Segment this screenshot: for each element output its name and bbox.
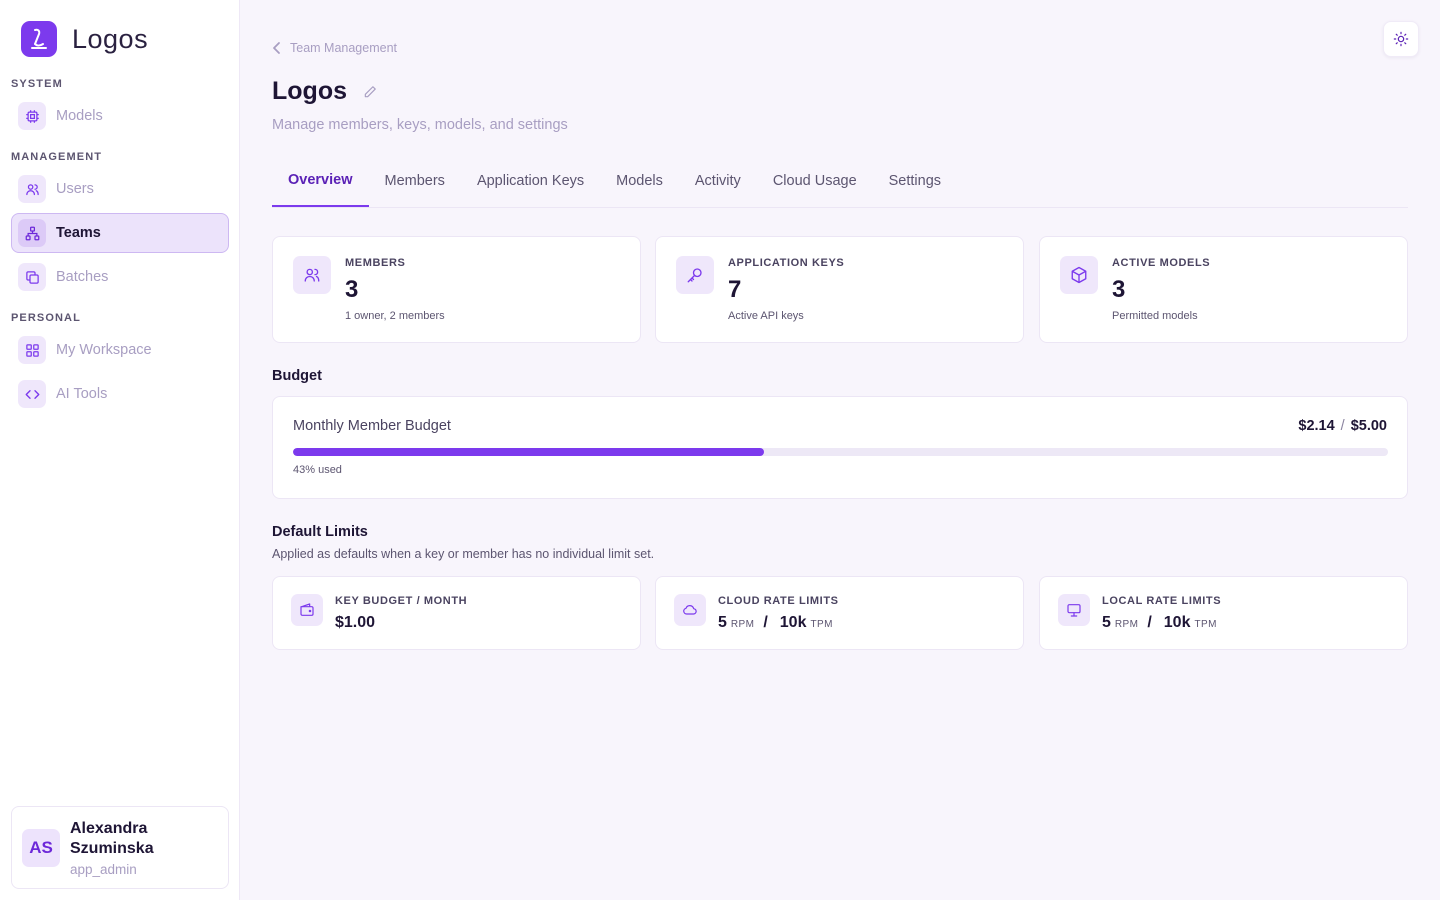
limit-value: 5 RPM / 10k TPM (1102, 614, 1217, 632)
page-subtitle: Manage members, keys, models, and settin… (272, 117, 568, 133)
tab-cloud-usage[interactable]: Cloud Usage (757, 163, 873, 207)
section-label-personal: PERSONAL (11, 312, 81, 324)
app-name: Logos (72, 23, 149, 54)
budget-title: Monthly Member Budget (293, 418, 451, 434)
user-role: app_admin (70, 861, 137, 877)
budget-separator: / (1340, 418, 1345, 434)
limit-separator: / (1147, 614, 1152, 631)
budget-progress-bar (293, 448, 1388, 456)
stat-value: 3 (345, 276, 359, 303)
breadcrumb-link[interactable]: Team Management (290, 41, 397, 55)
tab-application-keys[interactable]: Application Keys (461, 163, 600, 207)
cpu-icon (18, 102, 46, 130)
rpm-unit: RPM (1114, 619, 1139, 630)
code-icon (18, 380, 46, 408)
sidebar-item-label: Users (56, 181, 94, 197)
page-title: Logos (272, 77, 347, 105)
limit-value: 5 RPM / 10k TPM (718, 614, 833, 632)
limit-label: KEY BUDGET / MONTH (335, 595, 468, 607)
stat-card-application-keys: APPLICATION KEYS 7 Active API keys (655, 236, 1024, 343)
limit-separator: / (763, 614, 768, 631)
grid-icon (18, 336, 46, 364)
copy-icon (18, 263, 46, 291)
tpm-unit: TPM (1194, 619, 1217, 630)
sidebar-item-label: AI Tools (56, 386, 108, 402)
stat-value: 7 (728, 276, 742, 303)
default-limits-description: Applied as defaults when a key or member… (272, 547, 655, 561)
rpm-unit: RPM (730, 619, 755, 630)
budget-used-label: 43% used (293, 464, 342, 476)
tab-settings[interactable]: Settings (873, 163, 957, 207)
tab-overview[interactable]: Overview (272, 163, 369, 207)
logo-icon (21, 21, 57, 57)
stat-label: APPLICATION KEYS (728, 257, 845, 269)
users-icon (293, 256, 331, 294)
limit-card-local-rate: LOCAL RATE LIMITS 5 RPM / 10k TPM (1039, 576, 1408, 650)
tpm-value: 10k (1163, 614, 1191, 631)
avatar: AS (22, 828, 60, 867)
stat-caption: Active API keys (728, 310, 804, 322)
breadcrumb[interactable]: Team Management (272, 41, 397, 55)
stat-label: ACTIVE MODELS (1112, 257, 1211, 269)
sidebar-item-models[interactable]: Models (11, 96, 229, 136)
limit-card-key-budget: KEY BUDGET / MONTH $1.00 (272, 576, 641, 650)
sidebar: Logos SYSTEM Models MANAGEMENT Users Tea… (0, 0, 240, 900)
sidebar-item-label: My Workspace (56, 342, 152, 358)
budget-heading: Budget (272, 368, 322, 384)
stat-label: MEMBERS (345, 257, 406, 269)
stat-caption: 1 owner, 2 members (345, 310, 445, 322)
limit-card-cloud-rate: CLOUD RATE LIMITS 5 RPM / 10k TPM (655, 576, 1024, 650)
default-limits-heading: Default Limits (272, 524, 368, 540)
pencil-icon[interactable] (363, 85, 377, 99)
stat-value: 3 (1112, 276, 1126, 303)
limit-label: LOCAL RATE LIMITS (1102, 595, 1222, 607)
brand[interactable]: Logos (21, 21, 148, 57)
sidebar-item-ai-tools[interactable]: AI Tools (11, 374, 229, 414)
sidebar-item-users[interactable]: Users (11, 169, 229, 209)
sidebar-item-batches[interactable]: Batches (11, 257, 229, 297)
tab-activity[interactable]: Activity (679, 163, 757, 207)
user-profile-card[interactable]: AS Alexandra Szuminska app_admin (11, 806, 229, 889)
stat-card-active-models: ACTIVE MODELS 3 Permitted models (1039, 236, 1408, 343)
budget-amount: $2.14 / $5.00 (1298, 418, 1387, 434)
sidebar-item-label: Models (56, 108, 103, 124)
sidebar-item-label: Batches (56, 269, 109, 285)
rpm-value: 5 (718, 614, 727, 631)
stat-card-members: MEMBERS 3 1 owner, 2 members (272, 236, 641, 343)
tpm-unit: TPM (810, 619, 833, 630)
tab-bar: Overview Members Application Keys Models… (272, 163, 1408, 208)
section-label-management: MANAGEMENT (11, 151, 103, 163)
limit-value: $1.00 (335, 614, 376, 631)
budget-card: Monthly Member Budget $2.14 / $5.00 43% us… (272, 396, 1408, 499)
limit-label: CLOUD RATE LIMITS (718, 595, 839, 607)
sidebar-item-my-workspace[interactable]: My Workspace (11, 330, 229, 370)
network-icon (18, 219, 46, 247)
box-icon (1060, 256, 1098, 294)
cloud-icon (674, 594, 706, 626)
user-name: Alexandra Szuminska (70, 819, 154, 857)
monitor-icon (1058, 594, 1090, 626)
sidebar-item-label: Teams (56, 225, 101, 241)
stat-caption: Permitted models (1112, 310, 1198, 322)
theme-toggle-button[interactable] (1383, 21, 1419, 57)
budget-limit: $5.00 (1350, 418, 1387, 434)
wallet-icon (291, 594, 323, 626)
sun-icon (1393, 31, 1409, 47)
tpm-value: 10k (779, 614, 807, 631)
users-icon (18, 175, 46, 203)
sidebar-item-teams[interactable]: Teams (11, 213, 229, 253)
chevron-left-icon (272, 41, 282, 55)
tab-models[interactable]: Models (600, 163, 679, 207)
budget-spent: $2.14 (1298, 418, 1335, 434)
rpm-value: 5 (1102, 614, 1111, 631)
key-icon (676, 256, 714, 294)
budget-progress-fill (293, 448, 764, 456)
tab-members[interactable]: Members (369, 163, 461, 207)
section-label-system: SYSTEM (11, 78, 63, 90)
